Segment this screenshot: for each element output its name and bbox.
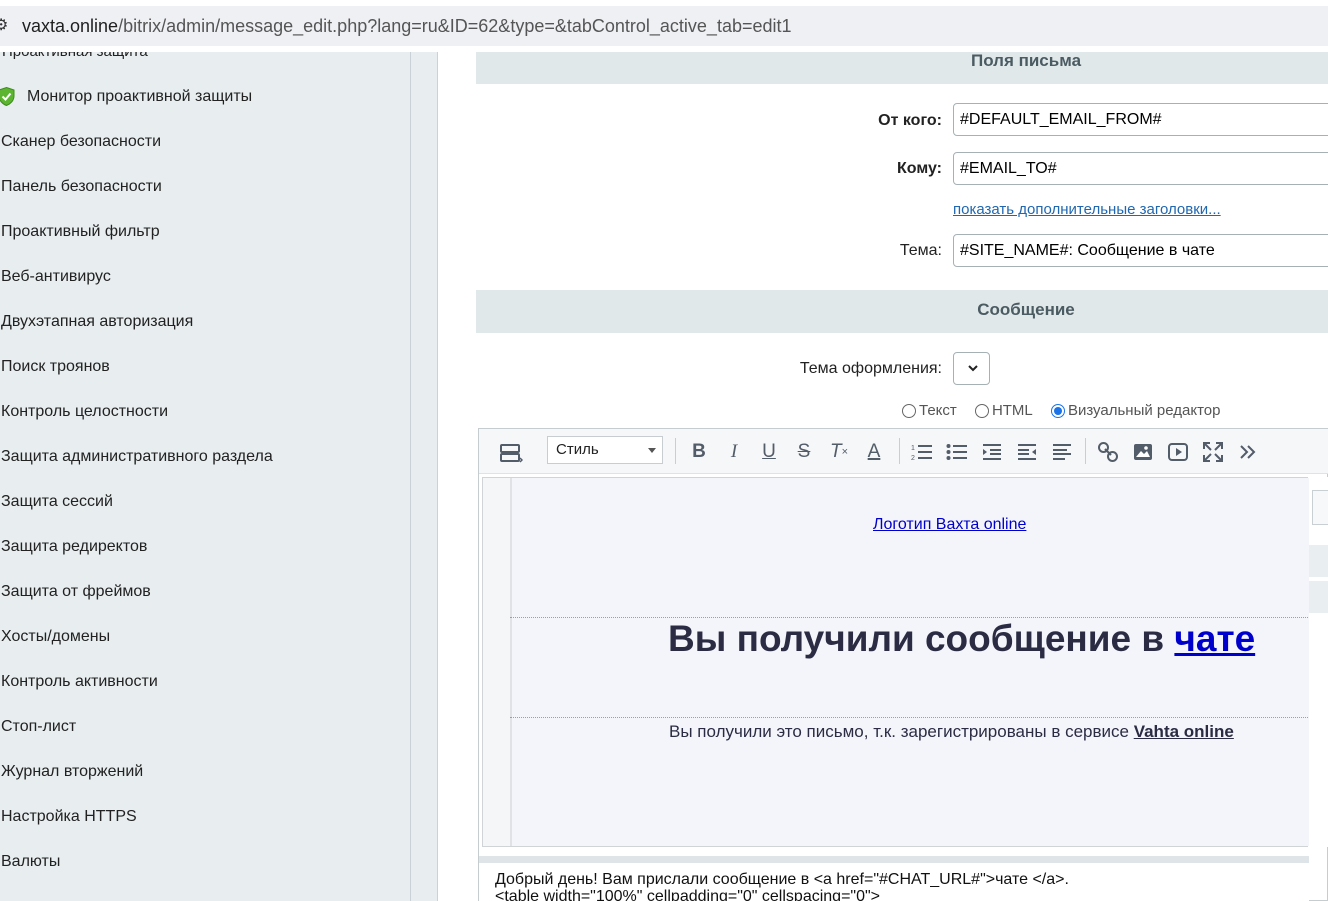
font-color-icon[interactable]: A: [862, 440, 886, 464]
sidebar-item-hosts-domains[interactable]: Хосты/домены: [1, 627, 110, 647]
sidebar-item-https-settings[interactable]: Настройка HTTPS: [1, 807, 137, 827]
svg-text:1: 1: [911, 445, 915, 452]
video-icon[interactable]: [1166, 440, 1190, 464]
sidebar-item-currencies[interactable]: Валюты: [1, 852, 60, 872]
editor-toolbar: Стиль B I U S T × A 12: [479, 429, 1328, 474]
template-icon[interactable]: [499, 441, 523, 465]
sidebar-item-two-factor[interactable]: Двухэтапная авторизация: [1, 312, 193, 332]
from-input[interactable]: #DEFAULT_EMAIL_FROM#: [953, 103, 1328, 136]
sidebar-item-web-antivirus[interactable]: Веб-антивирус: [1, 267, 111, 287]
address-bar: ⚙ vaxta.online/bitrix/admin/message_edit…: [0, 0, 1328, 52]
ordered-list-icon[interactable]: 12: [910, 440, 934, 464]
shield-check-icon: [0, 87, 15, 106]
sidebar-item-proactive-protection[interactable]: Проактивная защита: [2, 52, 148, 60]
html-source-textarea[interactable]: Добрый день! Вам прислали сообщение в <a…: [479, 863, 1309, 901]
more-icon[interactable]: [1236, 440, 1260, 464]
link-icon[interactable]: [1096, 440, 1120, 464]
style-select[interactable]: Стиль: [547, 436, 663, 464]
sidebar-item-proactive-monitor[interactable]: Монитор проактивной защиты: [27, 87, 252, 107]
sidebar-item-admin-protection[interactable]: Защита административного раздела: [1, 447, 273, 467]
sidebar-item-trojan-search[interactable]: Поиск троянов: [1, 357, 110, 377]
fullscreen-icon[interactable]: [1201, 440, 1225, 464]
underline-icon[interactable]: U: [757, 440, 781, 464]
url-field[interactable]: ⚙ vaxta.online/bitrix/admin/message_edit…: [0, 6, 1328, 46]
brand-link[interactable]: Vahta online: [1134, 722, 1234, 741]
bold-icon[interactable]: B: [687, 440, 711, 464]
sidebar-item-proactive-filter[interactable]: Проактивный фильтр: [1, 222, 160, 242]
strikethrough-icon[interactable]: S: [792, 440, 816, 464]
caret-down-icon: [648, 448, 656, 453]
sidebar-item-intrusion-log[interactable]: Журнал вторжений: [1, 762, 143, 782]
section-header-fields: Поля письма: [476, 52, 1328, 84]
side-panel-row: [1309, 545, 1328, 577]
svg-text:2: 2: [911, 455, 915, 462]
sidebar-item-integrity-control[interactable]: Контроль целостности: [1, 402, 168, 422]
show-more-headers-link[interactable]: показать дополнительные заголовки...: [953, 201, 1221, 218]
to-input[interactable]: #EMAIL_TO#: [953, 152, 1328, 185]
to-label: Кому:: [897, 160, 942, 177]
remove-format-icon[interactable]: T ×: [827, 440, 851, 464]
format-radio-html[interactable]: HTML: [974, 402, 1033, 419]
format-radio-group: Текст HTML Визуальный редактор: [902, 402, 1234, 422]
split-resize-handle[interactable]: [479, 856, 1309, 863]
sidebar-item-stop-list[interactable]: Стоп-лист: [1, 717, 76, 737]
table-row-divider: [510, 717, 1310, 718]
format-radio-text[interactable]: Текст: [902, 402, 957, 419]
site-settings-icon[interactable]: ⚙: [0, 16, 10, 36]
subject-input[interactable]: #SITE_NAME#: Сообщение в чате: [953, 234, 1328, 267]
theme-select[interactable]: [953, 352, 990, 385]
visual-editor: Стиль B I U S T × A 12 Логотип Вахта onl…: [478, 428, 1328, 901]
italic-icon[interactable]: I: [722, 440, 746, 464]
sidebar-item-session-protection[interactable]: Защита сессий: [1, 492, 113, 512]
editor-canvas[interactable]: Логотип Вахта online Вы получили сообщен…: [482, 477, 1310, 847]
from-label: От кого:: [878, 112, 942, 129]
logo-image-link[interactable]: Логотип Вахта online: [870, 516, 1026, 534]
side-panel-row: [1309, 581, 1328, 613]
format-radio-visual[interactable]: Визуальный редактор: [1050, 402, 1220, 419]
email-title: Вы получили сообщение в чате: [668, 618, 1256, 659]
toolbar-divider: [1085, 438, 1086, 464]
email-footer-text: Вы получили это письмо, т.к. зарегистрир…: [669, 722, 1234, 741]
sidebar-resize-gutter[interactable]: [411, 52, 437, 901]
outdent-icon[interactable]: [1015, 440, 1039, 464]
sidebar-item-security-scanner[interactable]: Сканер безопасности: [1, 132, 161, 152]
message-edit-form: Поля письма От кого: #DEFAULT_EMAIL_FROM…: [438, 52, 1328, 901]
indent-icon[interactable]: [980, 440, 1004, 464]
section-header-message: Сообщение: [476, 290, 1328, 333]
sidebar-item-activity-control[interactable]: Контроль активности: [1, 672, 158, 692]
theme-label: Тема оформления:: [799, 360, 942, 377]
image-icon[interactable]: [1131, 440, 1155, 464]
admin-sidebar: Проактивная защита Монитор проактивной з…: [0, 52, 411, 901]
sidebar-item-frame-protection[interactable]: Защита от фреймов: [1, 582, 151, 602]
align-icon[interactable]: [1050, 440, 1074, 464]
toolbar-divider: [899, 438, 900, 464]
unordered-list-icon[interactable]: [945, 440, 969, 464]
side-panel-tab[interactable]: [1312, 490, 1328, 525]
chevron-down-icon: [968, 365, 978, 372]
url-text[interactable]: vaxta.online/bitrix/admin/message_edit.p…: [22, 16, 792, 36]
subject-label: Тема:: [899, 242, 942, 259]
toolbar-divider: [675, 438, 676, 464]
sidebar-item-security-panel[interactable]: Панель безопасности: [1, 177, 162, 197]
chat-link[interactable]: чате: [1174, 618, 1255, 659]
sidebar-item-redirect-protection[interactable]: Защита редиректов: [1, 537, 147, 557]
editor-side-panel: [1309, 477, 1328, 847]
